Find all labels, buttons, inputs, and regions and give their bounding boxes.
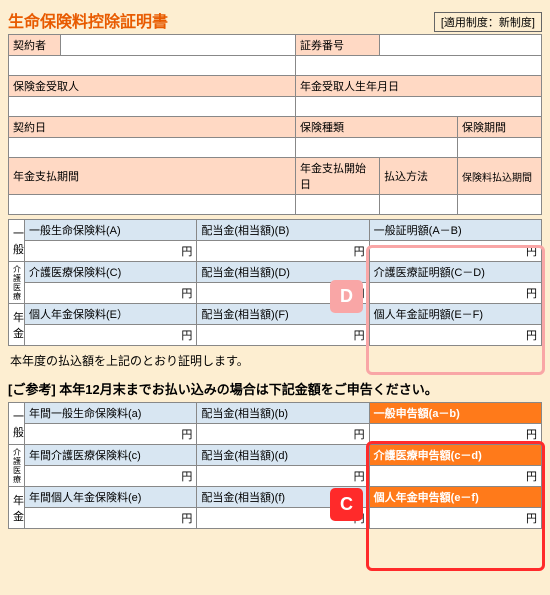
value-e: 円	[25, 508, 197, 529]
beneficiary-label: 保険金受取人	[9, 76, 296, 97]
value-E: 円	[25, 325, 197, 346]
label-cd: 介護医療申告額(c－d)	[369, 445, 541, 466]
row-pension: 年金	[9, 304, 25, 346]
label-EF: 個人年金証明額(E－F)	[369, 304, 541, 325]
value-c: 円	[25, 466, 197, 487]
ins-period-label: 保険期間	[458, 117, 542, 138]
value-C: 円	[25, 283, 197, 304]
value-F: 円	[197, 325, 369, 346]
label-E: 個人年金保険料(E）	[25, 304, 197, 325]
badge-C: C	[330, 488, 363, 521]
pension-start-date-label: 年金支払開始日	[296, 158, 380, 195]
reference-text: [ご参考] 本年12月末までお払い込みの場合は下記金額をご申告ください。	[8, 379, 542, 402]
label-e: 年間個人年金保険料(e)	[25, 487, 197, 508]
value-A: 円	[25, 241, 197, 262]
ins-type-label: 保険種類	[296, 117, 458, 138]
label-B: 配当金(相当額)(B)	[197, 220, 369, 241]
label-A: 一般生命保険料(A)	[25, 220, 197, 241]
premium-pay-period-label: 保険料払込期間	[458, 158, 542, 195]
value-AB: 円	[369, 241, 541, 262]
value-b: 円	[197, 424, 369, 445]
row-general: 一般	[9, 220, 25, 262]
label-ab: 一般申告額(a－b)	[369, 403, 541, 424]
label-c: 年間介護医療保険料(c)	[25, 445, 197, 466]
policy-no-label: 証券番号	[296, 35, 380, 56]
row-care: 介護医療	[9, 262, 25, 304]
value-cd: 円	[369, 466, 541, 487]
value-CD: 円	[369, 283, 541, 304]
label-C: 介護医療保険料(C)	[25, 262, 197, 283]
label-a: 年間一般生命保険料(a)	[25, 403, 197, 424]
doc-title: 生命保険料控除証明書	[8, 8, 168, 32]
value-ef: 円	[369, 508, 541, 529]
value-d: 円	[197, 466, 369, 487]
label-b: 配当金(相当額)(b)	[197, 403, 369, 424]
value-ab: 円	[369, 424, 541, 445]
value-B: 円	[197, 241, 369, 262]
certification-text: 本年度の払込額を上記のとおり証明します。	[8, 346, 542, 379]
label-CD: 介護医療証明額(C－D)	[369, 262, 541, 283]
certification-table: 一般 一般生命保険料(A) 配当金(相当額)(B) 一般証明額(A－B) 円 円…	[8, 219, 542, 346]
system-label: [適用制度：新制度]	[434, 12, 542, 32]
value-EF: 円	[369, 325, 541, 346]
pay-method-label: 払込方法	[380, 158, 458, 195]
pension-pay-period-label: 年金支払期間	[9, 158, 296, 195]
row-pension-b: 年金	[9, 487, 25, 529]
declaration-table: 一般 年間一般生命保険料(a) 配当金(相当額)(b) 一般申告額(a－b) 円…	[8, 402, 542, 529]
badge-D: D	[330, 280, 363, 313]
label-ef: 個人年金申告額(e－f)	[369, 487, 541, 508]
row-general-b: 一般	[9, 403, 25, 445]
contractor-label: 契約者	[9, 35, 61, 56]
label-d: 配当金(相当額)(d)	[197, 445, 369, 466]
contract-date-label: 契約日	[9, 117, 296, 138]
label-AB: 一般証明額(A－B)	[369, 220, 541, 241]
annuitant-dob-label: 年金受取人生年月日	[296, 76, 542, 97]
value-a: 円	[25, 424, 197, 445]
contract-info-table: 契約者 証券番号 保険金受取人 年金受取人生年月日 契約日 保険種類 保険期間 …	[8, 34, 542, 215]
row-care-b: 介護医療	[9, 445, 25, 487]
